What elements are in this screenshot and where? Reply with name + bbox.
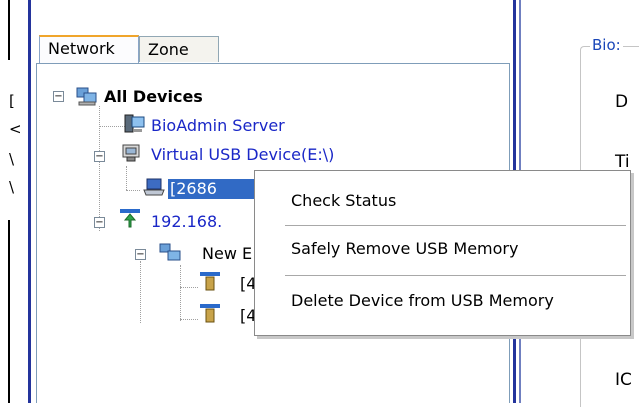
tab-network[interactable]: Network — [39, 35, 139, 63]
tree-connector — [180, 319, 198, 320]
collapse-toggle[interactable]: − — [53, 91, 64, 102]
tree-connector — [140, 261, 141, 323]
tree-node-all-devices[interactable]: All Devices — [104, 87, 203, 107]
tree-node-virtual-usb-device[interactable]: Virtual USB Device(E:\) — [151, 145, 334, 165]
panel-border-left — [28, 0, 31, 403]
tree-node-label: 192.168. — [151, 212, 223, 231]
detail-label: D — [615, 92, 629, 112]
menu-separator — [285, 225, 626, 226]
server-icon — [124, 114, 145, 133]
tree-connector — [180, 265, 181, 321]
collapse-toggle[interactable]: − — [94, 151, 105, 162]
device-icon — [200, 304, 220, 323]
tree-node-label: [2686 — [170, 179, 217, 198]
tab-strip: Network Zone — [35, 35, 515, 63]
left-edge-glyph: < — [9, 120, 22, 138]
menu-separator — [285, 275, 626, 276]
tree-node-new-group[interactable]: New E — [202, 244, 252, 264]
left-edge-bar-lower — [8, 220, 10, 403]
left-edge-glyph: \ — [9, 150, 15, 168]
left-edge-bar — [8, 0, 10, 60]
left-edge-glyph: [ — [9, 92, 15, 110]
left-panel-edge: [ < \ \ — [0, 0, 30, 403]
tab-label: Zone — [148, 40, 189, 59]
tree-connector — [99, 106, 100, 231]
groupbox-title: Bio: — [590, 36, 623, 54]
tree-node-network-192[interactable]: 192.168. — [151, 212, 222, 232]
menu-item-safely-remove-usb[interactable]: Safely Remove USB Memory — [291, 239, 518, 259]
left-edge-glyph: \ — [9, 178, 15, 196]
collapse-toggle[interactable]: − — [94, 217, 105, 228]
collapse-toggle[interactable]: − — [135, 249, 146, 260]
tree-node-label: All Devices — [104, 87, 203, 106]
tree-node-label: Virtual USB Device(E:\) — [151, 145, 335, 164]
network-hub-icon — [120, 209, 140, 228]
tree-connector — [126, 166, 127, 190]
tab-label: Network — [48, 39, 115, 58]
detail-label: Ti — [615, 152, 630, 172]
tree-connector — [126, 190, 140, 191]
usb-drive-icon — [122, 144, 140, 162]
network-computers-icon — [76, 87, 97, 106]
tab-zone[interactable]: Zone — [139, 36, 219, 62]
menu-item-delete-device-from-usb[interactable]: Delete Device from USB Memory — [291, 291, 554, 311]
tree-node-label: New E — [202, 244, 253, 263]
detail-label: IC — [615, 370, 632, 390]
tree-node-label: BioAdmin Server — [151, 116, 285, 135]
device-group-icon — [159, 243, 181, 261]
menu-item-check-status[interactable]: Check Status — [291, 191, 396, 211]
laptop-icon — [143, 178, 165, 196]
device-icon — [200, 272, 220, 291]
tree-connector — [180, 287, 198, 288]
tree-node-bioadmin-server[interactable]: BioAdmin Server — [151, 116, 285, 136]
context-menu: Check Status Safely Remove USB Memory De… — [254, 170, 631, 336]
